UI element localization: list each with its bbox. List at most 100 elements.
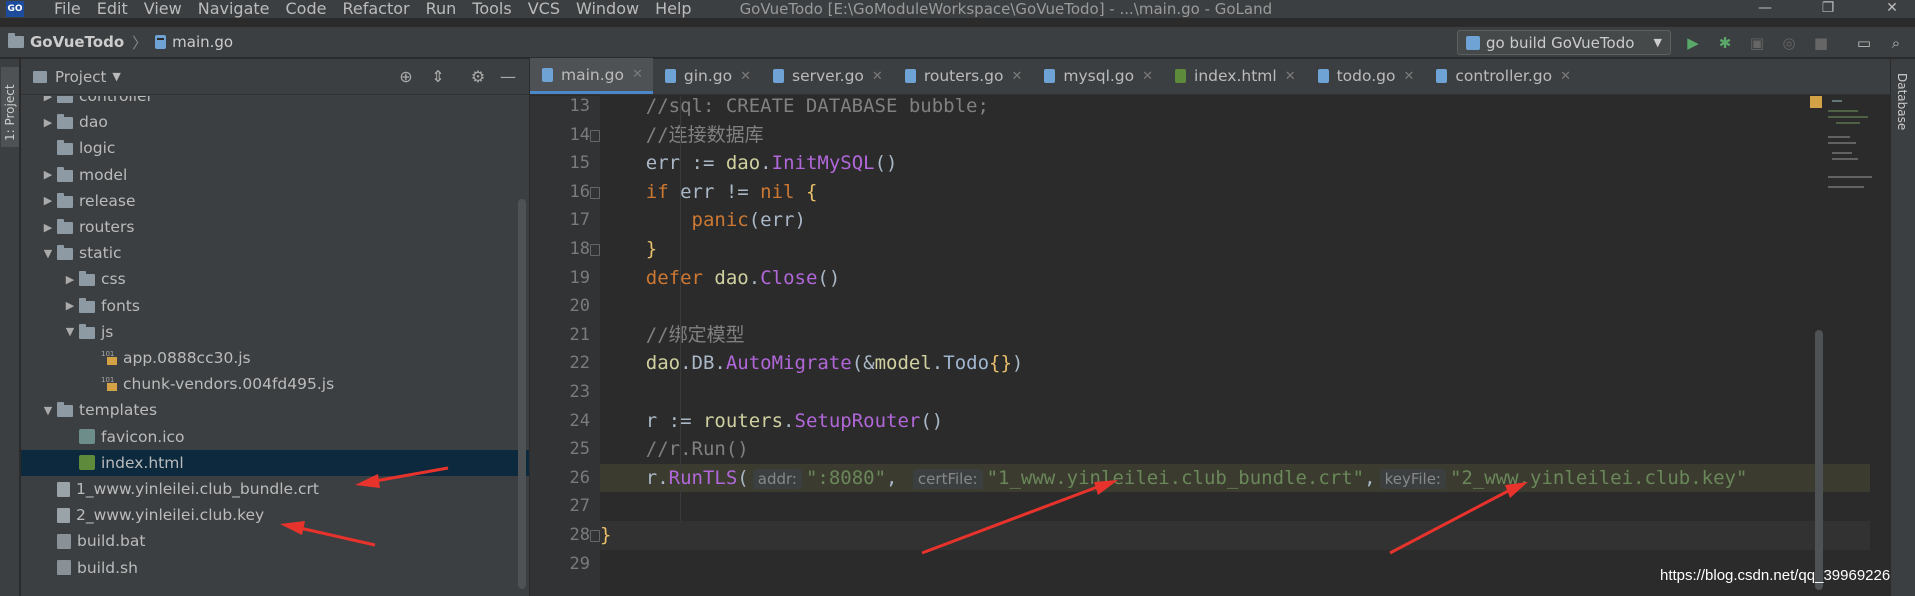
code-editor[interactable]: 13 14 15 16 17 18 19 20 21 22 23 24 25 26 27 28 29 //sql… <box>530 96 1890 596</box>
menu-item-edit[interactable]: Edit <box>89 0 136 18</box>
run-configuration-select[interactable]: go build GoVueTodo ▼ <box>1457 30 1671 55</box>
fold-marker-icon[interactable] <box>590 244 600 256</box>
database-tool-button[interactable]: Database <box>1895 73 1909 130</box>
tree-item-logic[interactable]: logic <box>21 135 529 161</box>
fold-marker-icon[interactable] <box>590 186 600 199</box>
chevron-right-icon[interactable]: ▶ <box>61 299 79 312</box>
code-line[interactable]: panic(err) <box>600 206 1870 235</box>
search-icon[interactable]: ⌕ <box>1888 35 1904 51</box>
tree-item-dao[interactable]: ▶ dao <box>21 109 529 135</box>
tree-item-1-www-yinleilei-club-bundle-crt[interactable]: 1_www.yinleilei.club_bundle.crt <box>21 476 529 502</box>
project-panel-title[interactable]: Project <box>55 68 106 86</box>
menu-item-run[interactable]: Run <box>418 0 465 18</box>
code-line[interactable]: } <box>600 235 1870 264</box>
code-line[interactable]: //绑定模型 <box>600 321 1870 350</box>
tree-item-routers[interactable]: ▶ routers <box>21 214 529 240</box>
tree-item-build-bat[interactable]: build.bat <box>21 528 529 554</box>
chevron-down-icon[interactable]: ▼ <box>39 247 57 260</box>
menu-item-help[interactable]: Help <box>647 0 699 18</box>
chevron-right-icon[interactable]: ▶ <box>39 96 57 103</box>
minimize-icon[interactable]: — <box>1745 0 1785 18</box>
tree-item-css[interactable]: ▶ css <box>21 266 529 292</box>
close-tab-icon[interactable]: ✕ <box>632 67 643 82</box>
tree-item-static[interactable]: ▼ static <box>21 240 529 266</box>
chevron-right-icon[interactable]: ▶ <box>39 221 57 234</box>
code-line[interactable]: err := dao.InitMySQL() <box>600 149 1870 178</box>
menu-item-file[interactable]: File <box>46 0 89 18</box>
menu-item-window[interactable]: Window <box>568 0 647 18</box>
tab-gin-go[interactable]: gin.go ✕ <box>653 58 761 94</box>
chevron-down-icon[interactable]: ▼ <box>61 325 79 338</box>
tree-item-favicon-ico[interactable]: favicon.ico <box>21 424 529 450</box>
close-tab-icon[interactable]: ✕ <box>872 69 883 84</box>
code-line[interactable]: //sql: CREATE DATABASE bubble; <box>600 96 1870 121</box>
code-area[interactable]: //sql: CREATE DATABASE bubble; //连接数据库 e… <box>600 96 1870 596</box>
debug-icon[interactable]: ✱ <box>1717 35 1733 51</box>
menu-item-refactor[interactable]: Refactor <box>334 0 417 18</box>
run-with-coverage-icon[interactable]: ▣ <box>1749 35 1765 51</box>
code-line[interactable] <box>600 292 1870 321</box>
menu-item-tools[interactable]: Tools <box>464 0 519 18</box>
tree-item-fonts[interactable]: ▶ fonts <box>21 293 529 319</box>
breadcrumb-project[interactable]: GoVueTodo <box>8 33 124 51</box>
code-line[interactable] <box>600 378 1870 407</box>
tree-item-app-0888cc30-js[interactable]: app.0888cc30.js <box>21 345 529 371</box>
code-line[interactable]: r := routers.SetupRouter() <box>600 407 1870 436</box>
chevron-down-icon[interactable]: ▼ <box>112 70 120 83</box>
profile-icon[interactable]: ◎ <box>1781 35 1797 51</box>
stop-icon[interactable]: ■ <box>1813 35 1829 51</box>
analysis-status-icon[interactable] <box>1810 96 1822 108</box>
tab-index-html[interactable]: index.html ✕ <box>1163 58 1306 94</box>
tree-item-chunk-vendors-004fd495-js[interactable]: chunk-vendors.004fd495.js <box>21 371 529 397</box>
fold-marker-icon[interactable] <box>590 530 600 542</box>
menu-item-navigate[interactable]: Navigate <box>190 0 278 18</box>
tab-main-go[interactable]: main.go ✕ <box>530 58 653 94</box>
tree-item-release[interactable]: ▶ release <box>21 188 529 214</box>
tab-server-go[interactable]: server.go ✕ <box>761 58 893 94</box>
code-line[interactable]: defer dao.Close() <box>600 264 1870 293</box>
chevron-right-icon[interactable]: ▶ <box>39 116 57 129</box>
collapse-all-icon[interactable]: ⇕ <box>429 68 447 86</box>
tree-item-controller[interactable]: ▶ controller <box>21 96 529 109</box>
close-tab-icon[interactable]: ✕ <box>1142 69 1153 84</box>
tab-mysql-go[interactable]: mysql.go ✕ <box>1032 58 1163 94</box>
locate-file-icon[interactable]: ⊕ <box>397 68 415 86</box>
project-tool-button[interactable]: 1: Project <box>1 67 19 147</box>
run-icon[interactable]: ▶ <box>1685 35 1701 51</box>
close-tab-icon[interactable]: ✕ <box>1011 69 1022 84</box>
hide-panel-icon[interactable]: — <box>499 68 517 86</box>
close-tab-icon[interactable]: ✕ <box>1560 69 1571 84</box>
close-tab-icon[interactable]: ✕ <box>1285 69 1296 84</box>
code-line[interactable]: //连接数据库 <box>600 121 1870 150</box>
tree-item-js[interactable]: ▼ js <box>21 319 529 345</box>
close-tab-icon[interactable]: ✕ <box>1403 69 1414 84</box>
restore-icon[interactable]: ❐ <box>1808 0 1848 18</box>
tree-item-index-html[interactable]: index.html <box>21 449 529 476</box>
tree-item-2-www-yinleilei-club-key[interactable]: 2_www.yinleilei.club.key <box>21 502 529 528</box>
project-structure-icon[interactable]: ▭ <box>1856 35 1872 51</box>
code-line[interactable]: dao.DB.AutoMigrate(&model.Todo{}) <box>600 349 1870 378</box>
project-tree-scrollbar[interactable] <box>518 199 526 589</box>
code-line[interactable]: if err != nil { <box>600 178 1870 207</box>
close-window-icon[interactable]: ✕ <box>1872 0 1912 18</box>
gear-icon[interactable]: ⚙ <box>469 68 487 86</box>
code-line[interactable]: //r.Run() <box>600 435 1870 464</box>
menu-item-view[interactable]: View <box>136 0 190 18</box>
close-tab-icon[interactable]: ✕ <box>740 69 751 84</box>
menu-item-vcs[interactable]: VCS <box>520 0 568 18</box>
chevron-down-icon[interactable]: ▼ <box>39 404 57 417</box>
tree-item-templates[interactable]: ▼ templates <box>21 397 529 423</box>
fold-marker-icon[interactable] <box>590 129 600 142</box>
chevron-right-icon[interactable]: ▶ <box>61 273 79 286</box>
code-line[interactable]: r.RunTLS(addr: ":8080", certFile: "1_www.y… <box>600 463 1870 493</box>
chevron-right-icon[interactable]: ▶ <box>39 194 57 207</box>
editor-scrollbar[interactable] <box>1815 330 1823 590</box>
code-line[interactable] <box>600 492 1870 521</box>
tab-controller-go[interactable]: controller.go ✕ <box>1424 58 1581 94</box>
chevron-right-icon[interactable]: ▶ <box>39 168 57 181</box>
menu-item-code[interactable]: Code <box>278 0 335 18</box>
tab-todo-go[interactable]: todo.go ✕ <box>1306 58 1425 94</box>
tree-item-build-sh[interactable]: build.sh <box>21 555 529 581</box>
code-line[interactable]: } <box>600 521 1870 550</box>
tab-routers-go[interactable]: routers.go ✕ <box>893 58 1033 94</box>
